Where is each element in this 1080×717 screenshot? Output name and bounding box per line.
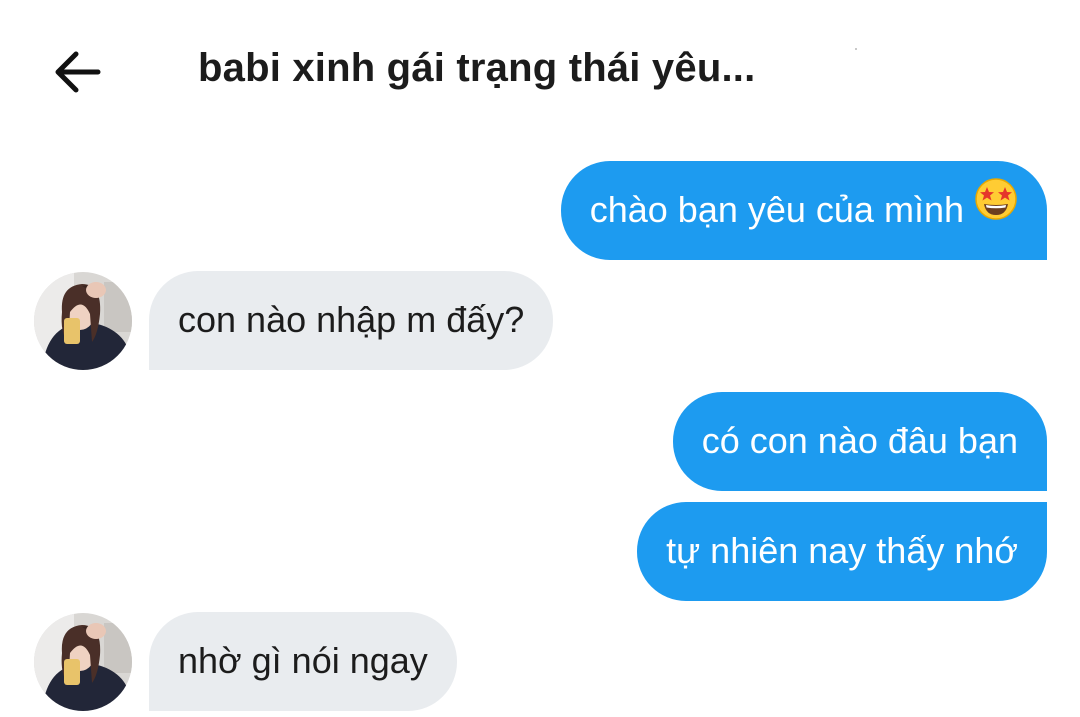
chat-screen: babi xinh gái trạng thái yêu... chào bạn… xyxy=(0,0,1080,717)
arrow-left-icon xyxy=(55,51,101,93)
message-bubble-sent[interactable]: tự nhiên nay thấy nhớ xyxy=(637,502,1047,601)
message-bubble-received[interactable]: con nào nhập m đấy? xyxy=(149,271,554,370)
message-text: chào bạn yêu của mình xyxy=(589,189,964,230)
back-button[interactable] xyxy=(52,50,102,94)
message-text: có con nào đâu bạn xyxy=(701,420,1018,461)
message-bubble-sent[interactable]: có con nào đâu bạn xyxy=(672,392,1047,491)
avatar[interactable] xyxy=(34,613,132,711)
avatar[interactable] xyxy=(34,272,132,370)
star-struck-emoji-icon xyxy=(974,160,1018,258)
message-text: con nào nhập m đấy? xyxy=(178,299,525,340)
conversation-title[interactable]: babi xinh gái trạng thái yêu... xyxy=(198,46,755,91)
chat-header: babi xinh gái trạng thái yêu... xyxy=(0,0,1080,140)
message-text: nhờ gì nói ngay xyxy=(178,640,428,681)
message-bubble-received[interactable]: nhờ gì nói ngay xyxy=(149,612,457,711)
message-bubble-sent[interactable]: chào bạn yêu của mình xyxy=(560,160,1047,260)
message-text: tự nhiên nay thấy nhớ xyxy=(666,530,1018,571)
status-dot xyxy=(855,48,857,50)
